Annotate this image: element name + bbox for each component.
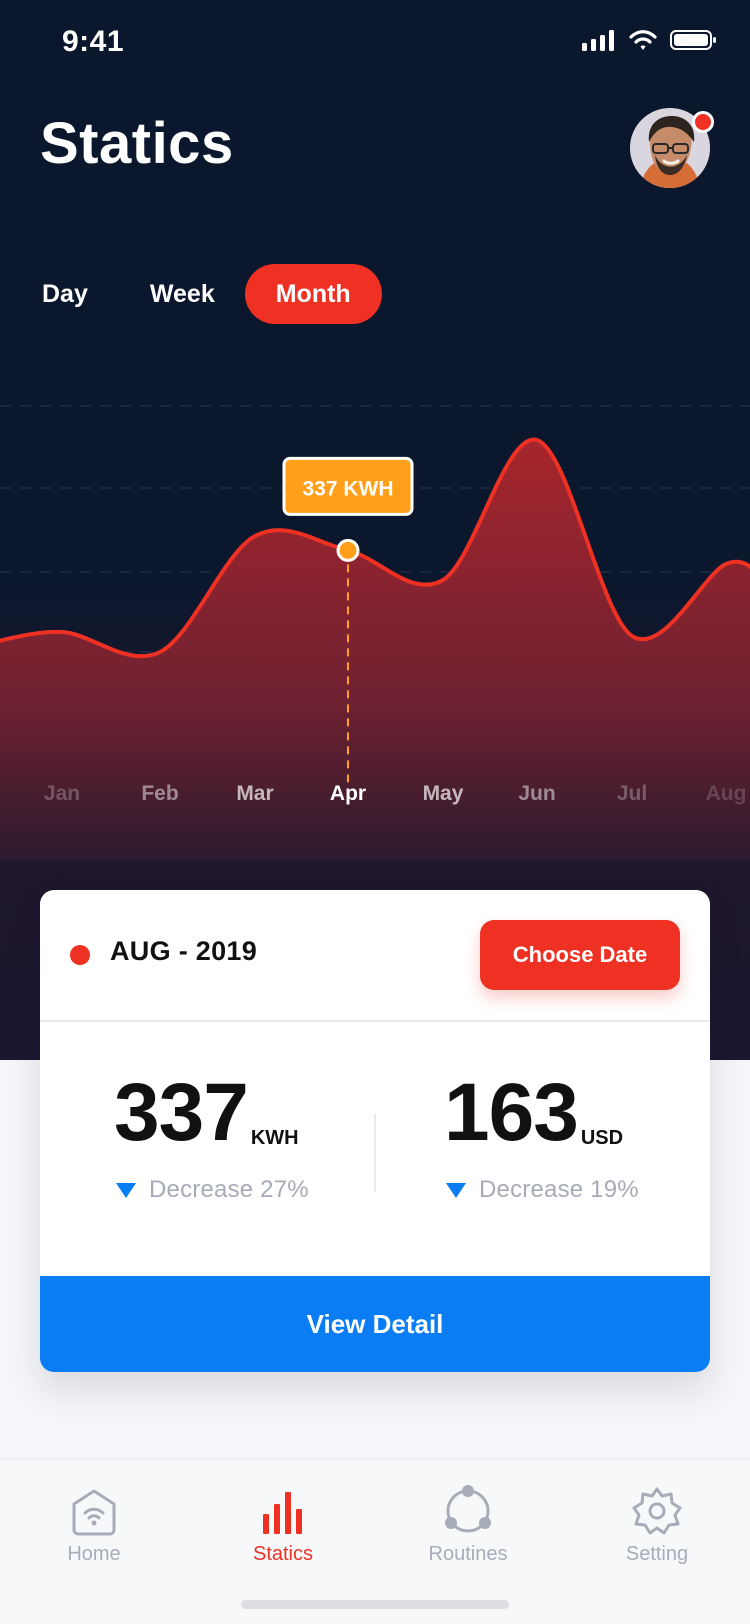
card-header: AUG - 2019 Choose Date — [40, 890, 710, 1022]
nav-setting[interactable]: Setting — [592, 1484, 722, 1584]
statistics-icon — [263, 1492, 302, 1534]
nav-setting-label: Setting — [625, 1543, 689, 1565]
nav-statics[interactable]: Statics — [218, 1484, 348, 1584]
nav-routines-label: Routines — [428, 1543, 508, 1565]
usage-metrics: 337 KWH Decrease 27% 163 USD Decrease 19… — [40, 1022, 710, 1280]
wifi-icon — [629, 30, 657, 50]
nav-home[interactable]: Home — [29, 1484, 159, 1584]
energy-unit: KWH — [250, 1127, 299, 1149]
x-axis-label-aug[interactable]: Aug — [706, 782, 747, 805]
chart-tooltip-label: 337 KWH — [302, 477, 393, 500]
statistics-screen: 9:41 Statics Day Week Month 337 KWH Jan … — [0, 0, 750, 1624]
nav-home-label: Home — [67, 1543, 121, 1565]
home-indicator — [241, 1600, 509, 1609]
notification-badge — [692, 111, 714, 133]
tab-day[interactable]: Day — [20, 264, 110, 324]
routines-icon — [445, 1485, 491, 1533]
cost-value-group: 163 USD — [444, 1070, 710, 1154]
period-tabs: Day Week Month — [20, 264, 382, 324]
energy-metric: 337 KWH Decrease 27% — [114, 1070, 414, 1204]
tab-week[interactable]: Week — [128, 264, 237, 324]
status-icons — [582, 28, 718, 52]
signal-icon — [582, 30, 614, 51]
energy-value: 337 — [114, 1067, 249, 1158]
tab-month[interactable]: Month — [244, 264, 382, 324]
x-axis-label-may[interactable]: May — [423, 782, 464, 805]
cost-metric: 163 USD Decrease 19% — [444, 1070, 710, 1204]
energy-value-group: 337 KWH — [114, 1070, 414, 1154]
battery-icon — [670, 30, 716, 50]
data-point-apr[interactable] — [336, 538, 360, 562]
x-axis-label-apr[interactable]: Apr — [330, 782, 366, 805]
nav-routines[interactable]: Routines — [403, 1484, 533, 1584]
cost-unit: USD — [580, 1127, 624, 1149]
page-title: Statics — [40, 111, 234, 176]
status-bar: 9:41 — [0, 0, 750, 90]
x-axis-label-jul[interactable]: Jul — [617, 782, 647, 805]
nav-statics-label: Statics — [252, 1543, 314, 1565]
energy-usage-chart: 337 KWH Jan Feb Mar Apr May Jun Jul Aug — [0, 405, 750, 860]
status-time: 9:41 — [62, 25, 125, 58]
decrease-arrow-icon — [446, 1182, 466, 1198]
settings-gear-icon — [632, 1487, 682, 1535]
cost-change: Decrease 19% — [446, 1176, 710, 1204]
selected-date: AUG - 2019 — [110, 936, 258, 966]
decrease-arrow-icon — [116, 1182, 136, 1198]
avatar-button[interactable] — [630, 108, 714, 188]
x-axis-label-feb[interactable]: Feb — [141, 782, 178, 805]
cost-value: 163 — [444, 1067, 579, 1158]
choose-date-button[interactable]: Choose Date — [480, 920, 680, 990]
selected-date-indicator — [70, 945, 90, 965]
x-axis-label-jun[interactable]: Jun — [518, 782, 555, 805]
view-detail-button[interactable]: View Detail — [40, 1276, 710, 1372]
energy-change-label: Decrease 27% — [149, 1176, 309, 1203]
summary-card: AUG - 2019 Choose Date 337 KWH Decrease … — [40, 890, 710, 1372]
x-axis-label-jan[interactable]: Jan — [44, 782, 80, 805]
metric-divider — [374, 1114, 376, 1192]
energy-change: Decrease 27% — [116, 1176, 414, 1204]
cost-change-label: Decrease 19% — [479, 1176, 639, 1203]
x-axis-label-mar[interactable]: Mar — [236, 782, 273, 805]
home-wifi-icon — [72, 1489, 116, 1536]
